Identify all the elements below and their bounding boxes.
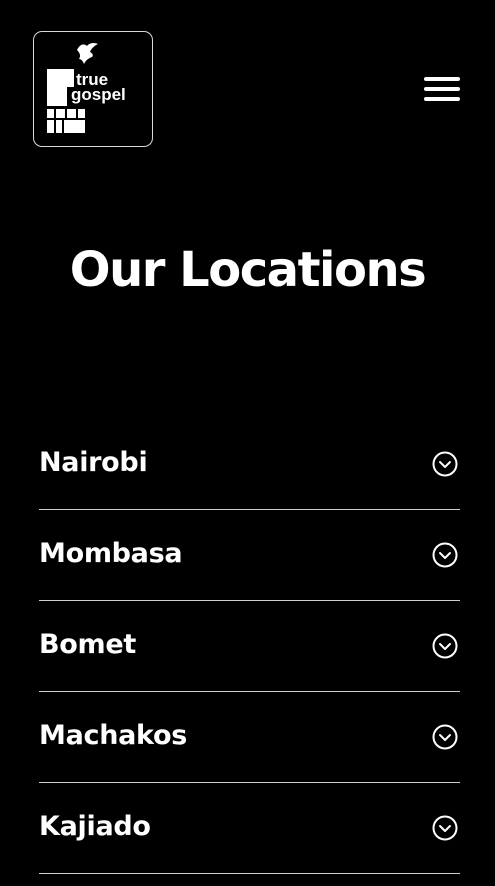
chevron-down-circle-icon [432,724,458,750]
hamburger-menu-icon-bar [424,77,460,81]
true-gospel-logo[interactable]: true gospel [33,31,153,147]
accordion-item-machakos[interactable]: Machakos [39,692,460,783]
hamburger-menu-icon-bar [424,97,460,101]
accordion-item-mombasa[interactable]: Mombasa [39,510,460,601]
chevron-down-circle-icon [432,633,458,659]
logo-graphic: true gospel [47,42,126,133]
hamburger-menu-icon-bar [424,87,460,91]
accordion-item-bomet[interactable]: Bomet [39,601,460,692]
accordion-item-nairobi[interactable]: Nairobi [39,419,460,510]
site-header: true gospel [0,0,495,160]
chevron-down-circle-icon [432,815,458,841]
page-title: Our Locations [69,242,427,298]
accordion-item-label: Mombasa [39,538,183,569]
accordion-item-label: Nairobi [39,447,148,478]
accordion-item-label: Kajiado [39,811,151,842]
svg-text:gospel: gospel [71,85,126,104]
chevron-down-circle-icon [432,542,458,568]
chevron-down-circle-icon [432,451,458,477]
menu-button[interactable] [421,72,463,106]
dove-icon [77,42,98,64]
accordion-item-label: Machakos [39,720,187,751]
accordion-item-kajiado[interactable]: Kajiado [39,783,460,874]
accordion-item-label: Bomet [39,629,136,660]
locations-accordion: Nairobi Mombasa Bomet Machakos Kajiado [39,419,460,874]
